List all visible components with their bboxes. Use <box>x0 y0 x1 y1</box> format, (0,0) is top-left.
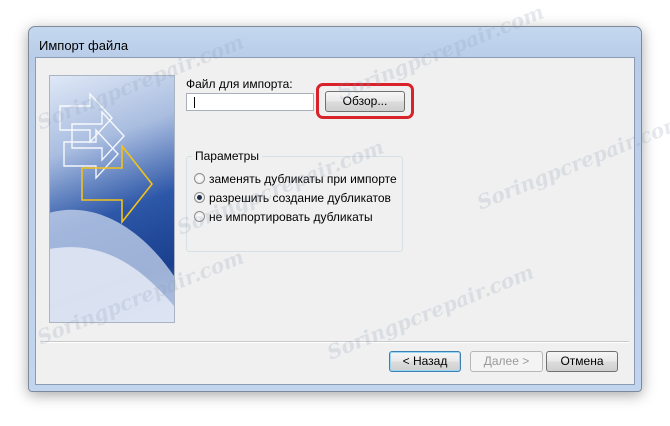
radio-button[interactable] <box>194 211 205 222</box>
import-file-dialog: Импорт файла Файл для импорта: Обзор... … <box>28 26 642 392</box>
cancel-button[interactable]: Отмена <box>546 351 618 372</box>
radio-label: заменять дубликаты при импорте <box>209 172 397 186</box>
wizard-banner-image <box>49 75 175 323</box>
radio-label: не импортировать дубликаты <box>209 210 373 224</box>
options-group-title: Параметры <box>192 149 262 163</box>
footer-separator <box>41 341 629 343</box>
dialog-body: Файл для импорта: Обзор... Параметры зам… <box>35 57 635 385</box>
radio-button[interactable] <box>194 173 205 184</box>
dialog-title: Импорт файла <box>39 38 129 53</box>
radio-button-selected[interactable] <box>194 192 205 203</box>
file-path-input[interactable] <box>186 93 314 111</box>
radio-label: разрешить создание дубликатов <box>209 191 391 205</box>
arrows-graphic <box>50 92 174 322</box>
file-to-import-label: Файл для импорта: <box>186 77 293 91</box>
next-button[interactable]: Далее > <box>470 351 543 372</box>
back-button[interactable]: < Назад <box>389 351 461 372</box>
browse-button[interactable]: Обзор... <box>325 91 405 112</box>
